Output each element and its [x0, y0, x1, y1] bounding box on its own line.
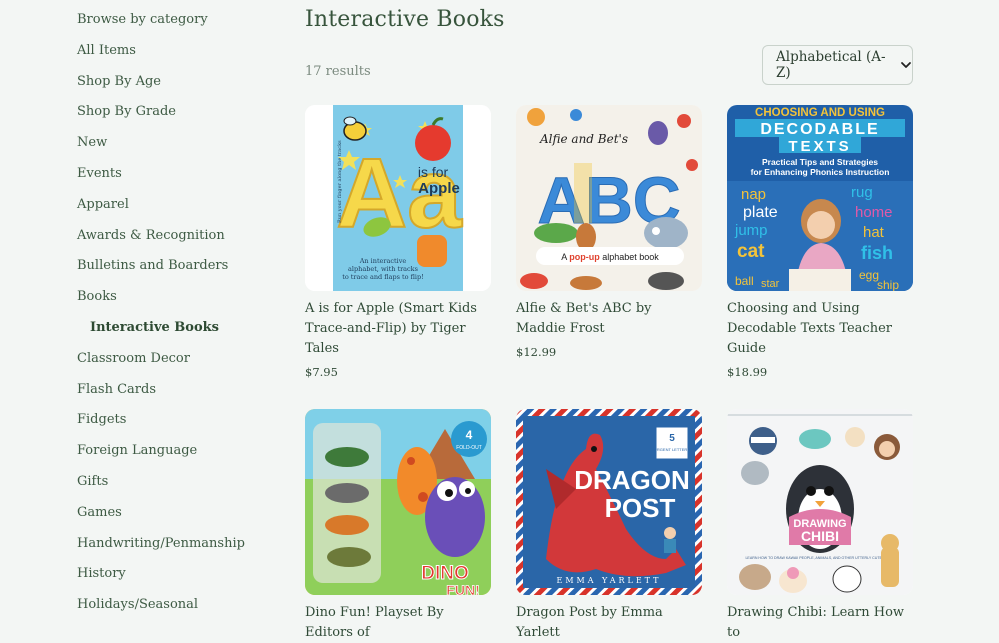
- sidebar-item-fidgets[interactable]: Fidgets: [77, 400, 287, 431]
- chevron-down-icon: [900, 59, 912, 71]
- cover-word: nap: [741, 186, 766, 203]
- product-title[interactable]: Alfie & Bet's ABC by Maddie Frost: [516, 299, 702, 339]
- cover-big-text-2: FUN!: [446, 582, 479, 595]
- sidebar-item-flash-cards[interactable]: Flash Cards: [77, 370, 287, 401]
- sidebar-item-shop-by-grade[interactable]: Shop By Grade: [77, 92, 287, 123]
- category-sidebar: Browse by category All Items Shop By Age…: [77, 0, 287, 616]
- sidebar-item-new[interactable]: New: [77, 123, 287, 154]
- cover-word: rug: [851, 184, 873, 201]
- product-title[interactable]: A is for Apple (Smart Kids Trace-and-Fli…: [305, 299, 491, 359]
- cover-big1: DRAGON: [574, 465, 690, 495]
- product-cover-image[interactable]: DRAWING CHIBI LEARN HOW TO DRAW KAWAII P…: [727, 409, 913, 595]
- cover-blurb1: An interactive: [359, 257, 407, 265]
- product-card[interactable]: Aa is for Apple An interactive alphabet,…: [305, 105, 491, 379]
- cover-big-text: DINO: [421, 563, 469, 584]
- results-count: 17 results: [305, 64, 371, 79]
- cover-word: cat: [737, 241, 765, 262]
- product-card[interactable]: DRAWING CHIBI LEARN HOW TO DRAW KAWAII P…: [727, 409, 913, 643]
- product-card[interactable]: Alfie and Bet's ABC A pop-up alphabet bo…: [516, 105, 702, 359]
- cover-tagline: A pop-up alphabet book: [561, 252, 659, 262]
- cover-word: home: [855, 204, 893, 221]
- cover-stamp-number: 5: [669, 433, 675, 444]
- cover-word: ship: [877, 278, 899, 291]
- sidebar-item-classroom-decor[interactable]: Classroom Decor: [77, 339, 287, 370]
- product-card[interactable]: DRAGON POST 5 URGENT LETTERS EMMA YARLET…: [516, 409, 702, 643]
- cover-word: ball: [735, 274, 754, 288]
- cover-badge-text: FOLD-OUT: [456, 445, 482, 451]
- sidebar-item-interactive-books[interactable]: Interactive Books: [77, 308, 287, 339]
- cover-sub2: for Enhancing Phonics Instruction: [751, 167, 890, 177]
- product-cover-image[interactable]: Aa is for Apple An interactive alphabet,…: [305, 105, 491, 291]
- sidebar-item-holidays[interactable]: Holidays/Seasonal: [77, 585, 287, 616]
- product-price: $18.99: [727, 365, 768, 379]
- sidebar-item-books[interactable]: Books: [77, 277, 287, 308]
- cover-author: EMMA YARLETT: [557, 576, 662, 585]
- cover-word: fish: [861, 243, 893, 263]
- sidebar-item-events[interactable]: Events: [77, 154, 287, 185]
- cover-blurb3: to trace and flaps to flip!: [342, 273, 424, 281]
- product-title[interactable]: Dragon Post by Emma Yarlett: [516, 603, 702, 643]
- cover-top-text: CHOOSING AND USING: [755, 107, 885, 119]
- cover-top-text: Alfie and Bet's: [539, 132, 628, 146]
- product-cover-image[interactable]: DRAGON POST 5 URGENT LETTERS EMMA YARLET…: [516, 409, 702, 595]
- cover-big2: POST: [605, 493, 676, 523]
- cover-side-text: Run your finger along the tracks: [337, 140, 343, 223]
- sort-dropdown[interactable]: Alphabetical (A-Z): [762, 45, 913, 85]
- cover-word: plate: [743, 204, 778, 221]
- cover-word: jump: [734, 222, 768, 239]
- product-price: $12.99: [516, 345, 557, 359]
- cover-word: star: [761, 278, 780, 290]
- sidebar-item-bulletins[interactable]: Bulletins and Boarders: [77, 246, 287, 277]
- product-title[interactable]: Choosing and Using Decodable Texts Teach…: [727, 299, 913, 359]
- sidebar-item-games[interactable]: Games: [77, 493, 287, 524]
- cover-line2: Apple: [418, 180, 460, 197]
- sidebar-item-apparel[interactable]: Apparel: [77, 185, 287, 216]
- cover-blurb2: alphabet, with tracks: [348, 265, 418, 273]
- sidebar-item-gifts[interactable]: Gifts: [77, 462, 287, 493]
- sidebar-item-history[interactable]: History: [77, 554, 287, 585]
- cover-stamp-text: URGENT LETTERS: [654, 447, 690, 452]
- sort-label: Alphabetical (A-Z): [776, 49, 886, 81]
- product-card[interactable]: 4 FOLD-OUT DINO FUN! Dino Fun! Playset B…: [305, 409, 491, 643]
- product-price: $7.95: [305, 365, 338, 379]
- cover-word: hat: [863, 224, 885, 241]
- sidebar-item-handwriting[interactable]: Handwriting/Penmanship: [77, 524, 287, 555]
- cover-big1: DECODABLE: [760, 121, 879, 138]
- cover-line1: is for: [418, 164, 449, 180]
- product-cover-image[interactable]: Alfie and Bet's ABC A pop-up alphabet bo…: [516, 105, 702, 291]
- sidebar-item-all-items[interactable]: All Items: [77, 31, 287, 62]
- sidebar-item-foreign-language[interactable]: Foreign Language: [77, 431, 287, 462]
- product-cover-image[interactable]: 4 FOLD-OUT DINO FUN!: [305, 409, 491, 595]
- product-title[interactable]: Drawing Chibi: Learn How to: [727, 603, 913, 643]
- product-card[interactable]: CHOOSING AND USING DECODABLE TEXTS Pract…: [727, 105, 913, 379]
- cover-big2: TEXTS: [788, 138, 851, 155]
- product-cover-image[interactable]: CHOOSING AND USING DECODABLE TEXTS Pract…: [727, 105, 913, 291]
- cover-subtitle: LEARN HOW TO DRAW KAWAII PEOPLE, ANIMALS…: [745, 556, 895, 560]
- product-title[interactable]: Dino Fun! Playset By Editors of: [305, 603, 491, 643]
- page-title: Interactive Books: [305, 7, 505, 32]
- sidebar-item-awards[interactable]: Awards & Recognition: [77, 216, 287, 247]
- cover-badge-number: 4: [466, 428, 473, 442]
- cover-big2: CHIBI: [801, 528, 839, 544]
- sidebar-item-shop-by-age[interactable]: Shop By Age: [77, 62, 287, 93]
- sidebar-heading-browse: Browse by category: [77, 12, 208, 27]
- cover-sub1: Practical Tips and Strategies: [762, 157, 878, 167]
